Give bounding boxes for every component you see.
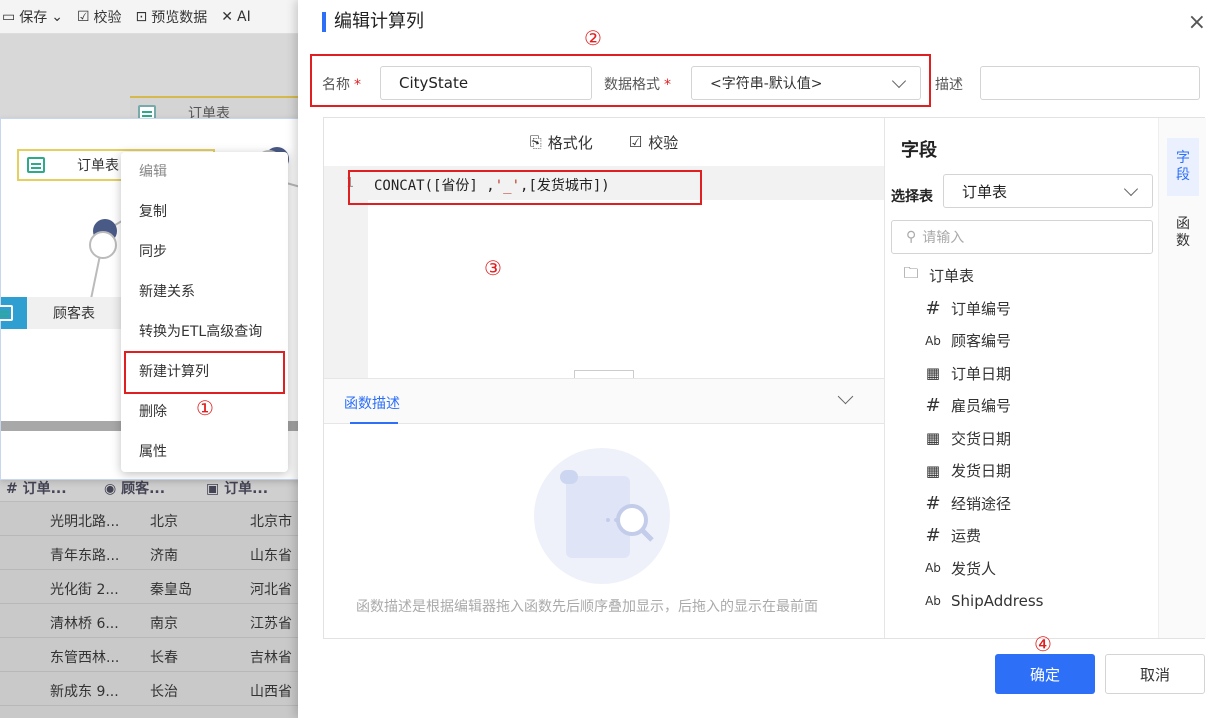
field-item[interactable]: Ab 顾客编号 <box>925 325 1011 357</box>
table-icon <box>0 297 27 329</box>
resize-handle[interactable] <box>574 370 634 378</box>
folder-orders[interactable]: 🗀 订单表 <box>903 259 974 291</box>
menu-item-convert-etl[interactable]: 转换为ETL高级查询 <box>121 312 288 352</box>
bg-preview-button[interactable]: ⊡ 预览数据 <box>136 7 208 27</box>
field-item[interactable]: ▦ 发货日期 <box>925 455 1011 487</box>
select-table-dropdown[interactable]: 订单表 <box>943 174 1153 208</box>
date-type-icon: ▦ <box>925 429 941 447</box>
text-type-icon: Ab <box>925 593 941 608</box>
ok-button[interactable]: 确定 <box>995 654 1095 694</box>
field-item[interactable]: ▦ 交货日期 <box>925 422 1011 454</box>
context-menu: 编辑 复制 同步 新建关系 转换为ETL高级查询 新建计算列 删除 属性 <box>121 152 288 472</box>
tab-fields[interactable]: 字 段 <box>1167 138 1199 196</box>
field-item[interactable]: # 经销途径 <box>925 487 1011 519</box>
clipboard-icon: ⎘ <box>529 133 542 151</box>
number-type-icon: # <box>925 492 941 514</box>
save-icon: ▭ <box>2 8 16 25</box>
annotation-number-2: ② <box>584 26 602 50</box>
bg-data-grid: 光明北路... 北京 北京市 青年东路... 济南 山东省 光化街 2... 秦皇岛 河北省… <box>0 502 300 718</box>
empty-scroll-icon <box>534 448 670 584</box>
check-doc-icon: ☑ <box>628 133 643 151</box>
fields-panel-title: 字段 <box>901 140 937 161</box>
number-type-icon: # <box>925 395 941 416</box>
field-item[interactable]: # 雇员编号 <box>925 390 1011 422</box>
search-icon: ⚲ <box>906 229 917 245</box>
collapse-chevron-icon[interactable] <box>837 388 854 405</box>
date-type-icon: ▦ <box>925 364 941 382</box>
fields-panel: 字段 选择表 订单表 ⚲ 请输入 🗀 订单表 # 订单编号 Ab 顾客编号 ▦ 订单日期 # 雇员… <box>884 118 1158 638</box>
field-item[interactable]: # 运费 <box>925 520 981 552</box>
field-item[interactable]: Ab 发货人 <box>925 552 996 584</box>
text-type-icon: Ab <box>925 561 941 575</box>
annotation-number-4: ④ <box>1034 632 1052 656</box>
table-row: 清林桥 6... 南京 江苏省 <box>0 604 300 638</box>
name-label: 名称 * <box>322 77 361 93</box>
menu-item-properties[interactable]: 属性 <box>121 432 288 472</box>
validate-code-button[interactable]: ☑ 校验 <box>629 132 678 153</box>
number-type-icon: # <box>925 525 941 546</box>
dialog-title: 编辑计算列 <box>322 12 424 32</box>
description-input[interactable] <box>980 66 1200 100</box>
editor-toolbar: ⎘ 格式化 ☑ 校验 <box>324 118 884 166</box>
annotation-number-3: ③ <box>484 256 502 280</box>
table-row: 光明北路... 北京 北京市 <box>0 502 300 536</box>
table-row: 新成东 9... 长治 山西省 <box>0 672 300 706</box>
annotation-number-1: ① <box>196 396 214 420</box>
table-row: 光化街 2... 秦皇岛 河北省 <box>0 570 300 604</box>
function-desc-empty-text: 函数描述是根据编辑器拖入函数先后顺序叠加显示，后拖入的显示在最前面 <box>356 599 818 615</box>
ai-icon: ✕ <box>221 8 233 25</box>
number-type-icon: # <box>925 297 941 319</box>
tab-functions[interactable]: 函 数 <box>1167 216 1199 256</box>
menu-item-copy[interactable]: 复制 <box>121 192 288 232</box>
name-input[interactable]: CityState <box>380 66 592 100</box>
format-label: 数据格式 * <box>604 77 671 93</box>
menu-item-edit[interactable]: 编辑 <box>121 152 288 192</box>
edit-calc-column-dialog: 编辑计算列 × ② 名称 * CityState 数据格式 * <字符串-默认值> … <box>298 0 1230 718</box>
table-row: 青年东路... 济南 山东省 <box>0 536 300 570</box>
format-code-button[interactable]: ⎘ 格式化 <box>530 132 593 153</box>
bg-ai-button[interactable]: ✕ AI <box>221 9 250 25</box>
side-tabs: 字 段 函 数 <box>1158 118 1206 638</box>
chevron-down-icon <box>891 73 907 89</box>
text-type-icon: Ab <box>925 333 941 348</box>
field-item[interactable]: Ab ShipAddress <box>925 585 1043 617</box>
folder-icon: 🗀 <box>903 263 919 282</box>
field-item[interactable]: # 订单编号 <box>925 292 1011 324</box>
chevron-down-icon <box>1123 181 1139 197</box>
menu-item-new-relation[interactable]: 新建关系 <box>121 272 288 312</box>
bg-toolbar: ▭ 保存 ⌄ ☑ 校验 ⊡ 预览数据 ✕ AI <box>0 0 300 34</box>
function-desc-header: 函数描述 <box>324 378 884 424</box>
menu-item-sync[interactable]: 同步 <box>121 232 288 272</box>
table-row: 东管西林... 长春 吉林省 <box>0 638 300 672</box>
close-icon[interactable]: × <box>1188 12 1206 34</box>
function-desc-empty: 函数描述是根据编辑器拖入函数先后顺序叠加显示，后拖入的显示在最前面 <box>324 424 884 640</box>
annotation-box-1 <box>124 351 285 394</box>
tab-function-desc[interactable]: 函数描述 <box>344 393 400 413</box>
bg-save-button[interactable]: ▭ 保存 ⌄ <box>2 7 63 27</box>
description-label: 描述 <box>935 77 963 93</box>
annotation-box-3 <box>348 170 702 205</box>
table-icon <box>27 157 45 173</box>
select-table-label: 选择表 <box>891 189 933 205</box>
validate-icon: ☑ <box>76 8 90 25</box>
field-search-input[interactable]: ⚲ 请输入 <box>891 220 1153 254</box>
cancel-button[interactable]: 取消 <box>1105 654 1205 694</box>
chevron-down-icon: ⌄ <box>51 8 63 25</box>
format-select[interactable]: <字符串-默认值> <box>691 66 921 100</box>
field-item[interactable]: ▦ 订单日期 <box>925 357 1011 389</box>
preview-icon: ⊡ <box>135 8 148 25</box>
node-customers[interactable]: 顾客表 <box>0 297 131 329</box>
date-type-icon: ▦ <box>925 461 941 480</box>
bg-validate-button[interactable]: ☑ 校验 <box>77 7 122 27</box>
